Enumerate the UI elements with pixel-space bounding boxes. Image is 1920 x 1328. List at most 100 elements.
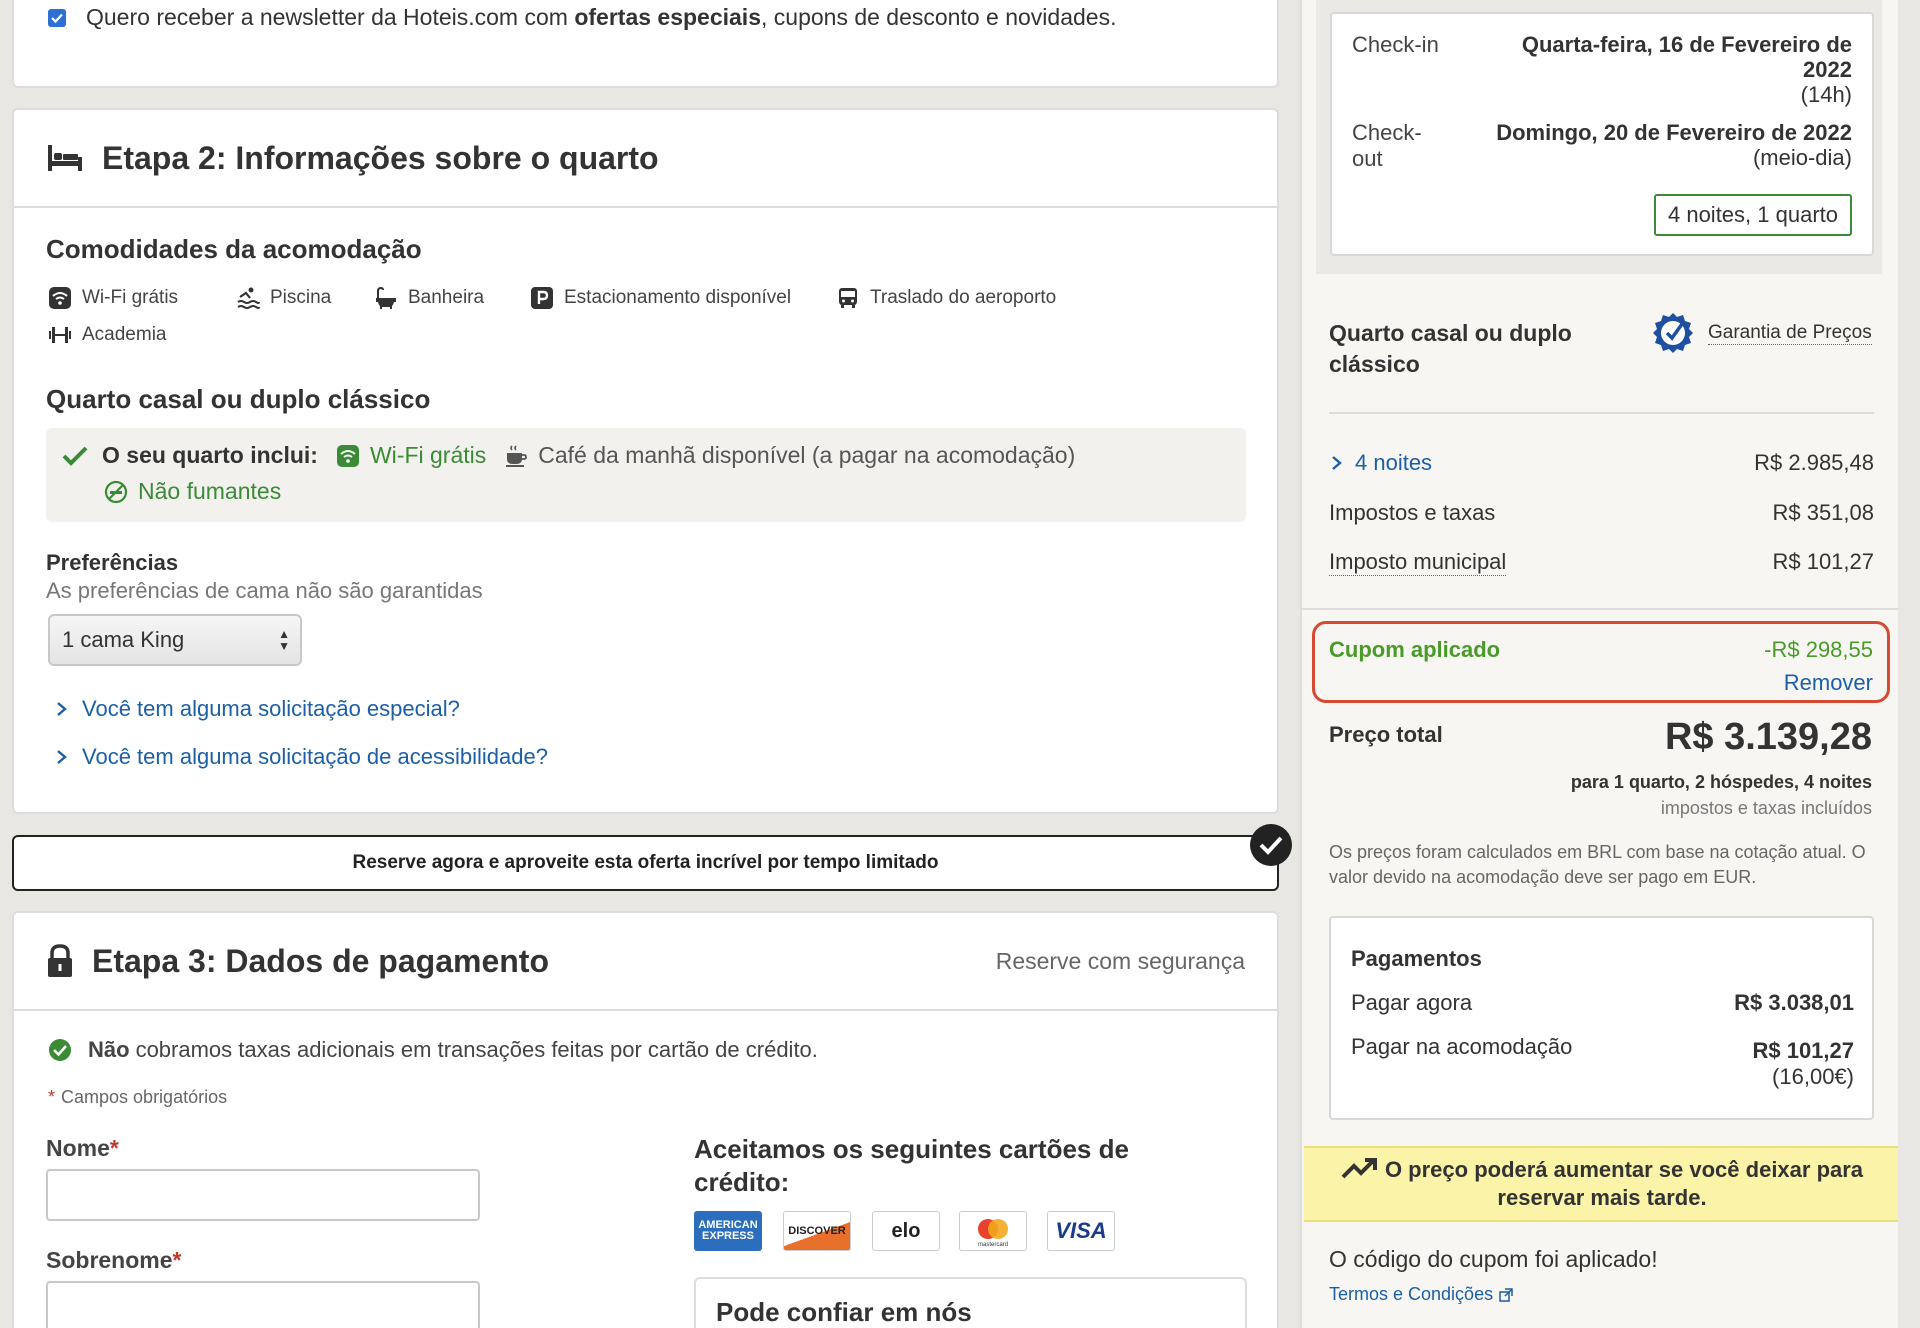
terms-link[interactable]: Termos e Condições	[1329, 1284, 1513, 1305]
newsletter-checkbox[interactable]	[48, 8, 66, 27]
step3-title: Etapa 3: Dados de pagamento	[92, 942, 549, 979]
booking-summary-sidebar: Check-in Quarta-feira, 16 de Fevereiro d…	[1300, 0, 1900, 1328]
newsletter-option[interactable]: Quero receber a newsletter da Hoteis.com…	[48, 4, 1116, 31]
no-smoking-icon	[104, 480, 128, 503]
includes-label: O seu quarto inclui:	[102, 442, 318, 468]
total-price-label: Preço total	[1329, 722, 1443, 747]
chevron-right-icon	[57, 750, 67, 764]
accepted-cards-title: Aceitamos os seguintes cartões de crédit…	[694, 1134, 1129, 1197]
visa-card-icon: VISA	[1047, 1211, 1115, 1251]
dates-box: Check-in Quarta-feira, 16 de Fevereiro d…	[1330, 12, 1874, 256]
secure-booking-label: Reserve com segurança	[995, 947, 1245, 974]
page-edge	[1898, 0, 1920, 1328]
preferences-subtitle: As preferências de cama não são garantid…	[46, 578, 483, 603]
newsletter-label: Quero receber a newsletter da Hoteis.com…	[86, 4, 1117, 30]
step2-header: Etapa 2: Informações sobre o quarto	[14, 110, 1277, 208]
parking-icon	[530, 286, 554, 310]
newsletter-card: Quero receber a newsletter da Hoteis.com…	[12, 0, 1279, 88]
includes-nonsmoking: Não fumantes	[138, 478, 282, 504]
checkmark-icon	[62, 446, 88, 466]
currency-note: Os preços foram calculados em BRL com ba…	[1329, 842, 1866, 887]
pay-now-label: Pagar agora	[1351, 990, 1473, 1015]
divider	[1329, 412, 1874, 414]
shuttle-icon	[836, 286, 860, 310]
checkin-label: Check-in	[1352, 32, 1439, 57]
select-arrows-icon: ▲ ▼	[278, 627, 290, 653]
dates-section: Check-in Quarta-feira, 16 de Fevereiro d…	[1316, 0, 1882, 274]
includes-wifi: Wi-Fi grátis	[369, 442, 487, 468]
step3-payment-card: Etapa 3: Dados de pagamento Reserve com …	[12, 911, 1279, 1328]
pay-at-hotel-label: Pagar na acomodação	[1351, 1034, 1573, 1059]
coupon-applied-box: Cupom aplicado -R$ 298,55 Remover	[1312, 621, 1890, 703]
amenity-wifi: Wi-Fi grátis	[48, 286, 178, 310]
limited-offer-banner: Reserve agora e aproveite esta oferta in…	[12, 835, 1279, 891]
step3-header: Etapa 3: Dados de pagamento Reserve com …	[14, 913, 1277, 1011]
nights-badge: 4 noites, 1 quarto	[1653, 194, 1852, 236]
checkin-value: Quarta-feira, 16 de Fevereiro de 2022 (14h…	[1521, 32, 1852, 107]
pay-at-hotel-row: Pagar na acomodação R$ 101,27 (16,00€)	[1351, 1034, 1854, 1090]
bathtub-icon	[374, 286, 398, 310]
discover-card-icon: DISCOVER	[783, 1211, 851, 1251]
last-name-input[interactable]	[46, 1281, 480, 1328]
first-name-input[interactable]	[46, 1169, 480, 1221]
total-price-value: R$ 3.139,28	[1664, 716, 1872, 758]
coupon-label: Cupom aplicado	[1329, 637, 1501, 662]
room-includes-row: O seu quarto inclui: Wi-Fi grátis Café d…	[62, 442, 1075, 469]
city-tax-value: R$ 101,27	[1772, 549, 1874, 574]
nonsmoking-row: Não fumantes	[104, 478, 281, 505]
room-title: Quarto casal ou duplo clássico	[46, 384, 431, 414]
step2-title: Etapa 2: Informações sobre o quarto	[102, 139, 659, 176]
remove-coupon-link[interactable]: Remover	[1784, 670, 1873, 696]
divider	[1302, 608, 1900, 610]
amenity-pool: Piscina	[236, 286, 331, 310]
payments-title: Pagamentos	[1351, 946, 1482, 971]
room-includes-box: O seu quarto inclui: Wi-Fi grátis Café d…	[46, 428, 1246, 522]
external-link-icon	[1499, 1287, 1513, 1302]
price-guarantee-icon	[1653, 313, 1693, 353]
checkout-value: Domingo, 20 de Fevereiro de 2022 (meio-di…	[1496, 120, 1852, 170]
gym-icon	[48, 323, 72, 347]
first-name-label: Nome*	[46, 1135, 119, 1161]
city-tax-label[interactable]: Imposto municipal	[1329, 549, 1507, 576]
preferences-title: Preferências	[46, 550, 179, 575]
wifi-icon	[48, 286, 72, 310]
taxes-included-note: impostos e taxas incluídos	[1660, 798, 1872, 818]
price-increase-warning: O preço poderá aumentar se você deixar p…	[1304, 1146, 1900, 1222]
wifi-icon	[336, 444, 359, 467]
nights-price-row: 4 noites R$ 2.985,48	[1329, 450, 1874, 476]
amenity-parking: Estacionamento disponível	[530, 286, 791, 310]
trust-title: Pode confiar em nós	[716, 1297, 972, 1327]
trending-up-icon	[1341, 1158, 1377, 1179]
taxes-label: Impostos e taxas	[1329, 500, 1496, 525]
accessibility-request-link[interactable]: Você tem alguma solicitação de acessibil…	[54, 744, 548, 770]
checkout-label: Check-out	[1352, 120, 1422, 171]
chevron-right-icon	[1332, 456, 1342, 470]
special-request-link[interactable]: Você tem alguma solicitação especial?	[54, 696, 460, 722]
amenities-title: Comodidades da acomodação	[46, 234, 422, 264]
pay-now-value: R$ 3.038,01	[1734, 990, 1854, 1015]
taxes-value: R$ 351,08	[1772, 500, 1874, 525]
city-tax-row: Imposto municipal R$ 101,27	[1329, 549, 1874, 576]
taxes-row: Impostos e taxas R$ 351,08	[1329, 500, 1874, 526]
bed-preference-select[interactable]: 1 cama King ▲ ▼	[48, 614, 302, 666]
chevron-right-icon	[57, 702, 67, 716]
total-price-details: para 1 quarto, 2 hóspedes, 4 noites	[1570, 772, 1872, 792]
no-fee-note: Não cobramos taxas adicionais em transaç…	[48, 1037, 818, 1063]
required-fields-note: * Campos obrigatórios	[48, 1087, 228, 1107]
payments-box: Pagamentos Pagar agora R$ 3.038,01 Pagar…	[1329, 916, 1874, 1120]
amex-card-icon: AMERICAN EXPRESS	[694, 1211, 762, 1251]
coupon-value: -R$ 298,55	[1764, 637, 1873, 662]
check-icon	[51, 13, 63, 23]
mastercard-card-icon: mastercard	[959, 1211, 1027, 1251]
nights-expand-link[interactable]: 4 noites	[1329, 450, 1432, 476]
booking-form-column: Quero receber a newsletter da Hoteis.com…	[0, 0, 1295, 1328]
pool-icon	[236, 286, 260, 310]
nights-price: R$ 2.985,48	[1754, 450, 1874, 475]
checkmark-badge-icon	[1250, 824, 1292, 866]
trust-box: Pode confiar em nós	[694, 1277, 1247, 1328]
lock-icon	[48, 944, 72, 977]
price-guarantee-link[interactable]: Garantia de Preços	[1652, 312, 1872, 354]
check-circle-icon	[49, 1039, 71, 1061]
coupon-applied-message: O código do cupom foi aplicado!	[1329, 1246, 1658, 1272]
bed-icon	[48, 145, 82, 171]
